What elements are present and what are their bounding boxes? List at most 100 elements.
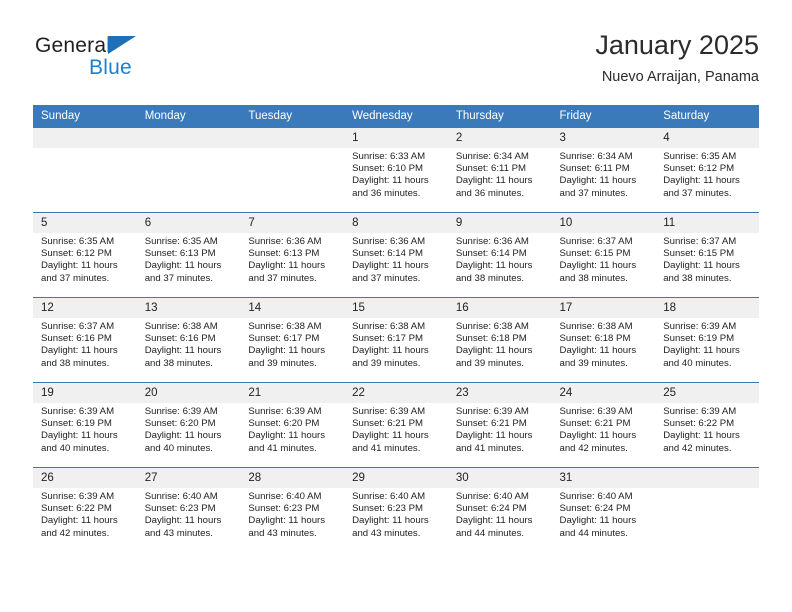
calendar-day-cell[interactable]: 25 Sunrise: 6:39 AM Sunset: 6:22 PM Dayligh… [655, 382, 759, 468]
daylight-text-line2: and 40 minutes. [663, 357, 732, 369]
calendar-day-cell[interactable]: 27 Sunrise: 6:40 AM Sunset: 6:23 PM Dayligh… [136, 467, 241, 552]
day-number: 1 [344, 128, 448, 148]
day-number [240, 128, 345, 148]
sunset-text: Sunset: 6:14 PM [352, 248, 424, 260]
sunrise-text: Sunrise: 6:40 AM [248, 491, 322, 502]
calendar-day-empty [136, 128, 241, 212]
daylight-text-line2: and 38 minutes. [41, 357, 110, 369]
sunset-text: Sunset: 6:11 PM [559, 163, 630, 175]
daylight-text-line1: Daylight: 11 hours [248, 430, 326, 442]
calendar-day: 26 Sunrise: 6:39 AM Sunset: 6:22 PM Dayligh… [33, 468, 137, 552]
calendar-day: 16 Sunrise: 6:38 AM Sunset: 6:18 PM Dayligh… [447, 298, 552, 382]
calendar-day-cell[interactable]: 20 Sunrise: 6:39 AM Sunset: 6:20 PM Dayligh… [136, 382, 241, 468]
calendar-day: 5 Sunrise: 6:35 AM Sunset: 6:12 PM Daylight… [33, 213, 137, 297]
sunset-text: Sunset: 6:21 PM [352, 418, 424, 430]
daylight-text-line2: and 37 minutes. [663, 187, 732, 199]
calendar-day: 14 Sunrise: 6:38 AM Sunset: 6:17 PM Dayligh… [240, 298, 345, 382]
daylight-text-line2: and 42 minutes. [559, 442, 628, 454]
daylight-text-line1: Daylight: 11 hours [248, 260, 326, 272]
calendar-day-cell[interactable]: 12 Sunrise: 6:37 AM Sunset: 6:16 PM Dayligh… [33, 297, 137, 383]
calendar-day-empty [33, 128, 137, 212]
calendar-grid: Sunday Monday Tuesday Wednesday Thursday… [33, 105, 759, 552]
calendar-day-cell[interactable]: 3 Sunrise: 6:34 AM Sunset: 6:11 PM Daylight… [551, 127, 656, 213]
calendar-day-cell[interactable]: 4 Sunrise: 6:35 AM Sunset: 6:12 PM Daylight… [655, 127, 759, 213]
daylight-text-line1: Daylight: 11 hours [41, 260, 118, 272]
sunrise-text: Sunrise: 6:38 AM [559, 321, 633, 332]
day-number: 30 [447, 468, 552, 488]
daylight-text-line1: Daylight: 11 hours [455, 515, 533, 527]
daylight-text-line1: Daylight: 11 hours [248, 515, 326, 527]
calendar-day-cell[interactable]: 1 Sunrise: 6:33 AM Sunset: 6:10 PM Daylight… [344, 127, 448, 213]
day-number: 25 [655, 383, 759, 403]
calendar-day-cell[interactable]: 18 Sunrise: 6:39 AM Sunset: 6:19 PM Dayligh… [655, 297, 759, 383]
day-number: 23 [447, 383, 552, 403]
calendar-day-cell[interactable]: 13 Sunrise: 6:38 AM Sunset: 6:16 PM Dayligh… [136, 297, 241, 383]
daylight-text-line2: and 37 minutes. [559, 187, 628, 199]
daylight-text-line1: Daylight: 11 hours [559, 515, 637, 527]
daylight-text-line1: Daylight: 11 hours [41, 515, 118, 527]
logo-text-general: General [35, 34, 112, 57]
sunrise-text: Sunrise: 6:39 AM [248, 406, 322, 417]
sunset-text: Sunset: 6:20 PM [248, 418, 320, 430]
sunrise-text: Sunrise: 6:40 AM [144, 491, 218, 502]
calendar-week-row: 26 Sunrise: 6:39 AM Sunset: 6:22 PM Dayligh… [33, 467, 759, 552]
calendar-day-cell[interactable]: 28 Sunrise: 6:40 AM Sunset: 6:23 PM Dayligh… [240, 467, 345, 552]
calendar-day-cell[interactable]: 17 Sunrise: 6:38 AM Sunset: 6:18 PM Dayligh… [551, 297, 656, 383]
day-sun-info: Sunrise: 6:39 AM Sunset: 6:19 PM Daylight:… [655, 318, 759, 370]
daylight-text-line2: and 39 minutes. [455, 357, 525, 369]
day-sun-info: Sunrise: 6:38 AM Sunset: 6:17 PM Daylight:… [240, 318, 344, 370]
calendar-day-cell[interactable]: 14 Sunrise: 6:38 AM Sunset: 6:17 PM Dayligh… [240, 297, 345, 383]
title-block: January 2025 Nuevo Arraijan, Panama [595, 28, 759, 88]
calendar-day: 8 Sunrise: 6:36 AM Sunset: 6:14 PM Daylight… [344, 213, 448, 297]
daylight-text-line2: and 40 minutes. [41, 442, 110, 454]
daylight-text-line2: and 42 minutes. [41, 527, 110, 539]
sunrise-text: Sunrise: 6:37 AM [41, 321, 115, 332]
sunrise-text: Sunrise: 6:40 AM [559, 491, 633, 502]
calendar-day-cell[interactable]: 5 Sunrise: 6:35 AM Sunset: 6:12 PM Daylight… [33, 212, 137, 298]
calendar-day-cell[interactable]: 8 Sunrise: 6:36 AM Sunset: 6:14 PM Daylight… [344, 212, 448, 298]
calendar-day-cell[interactable]: 31 Sunrise: 6:40 AM Sunset: 6:24 PM Dayligh… [551, 467, 656, 552]
day-number: 11 [655, 213, 759, 233]
daylight-text-line1: Daylight: 11 hours [663, 260, 740, 272]
calendar-day-cell [655, 467, 759, 552]
calendar-day-cell[interactable]: 6 Sunrise: 6:35 AM Sunset: 6:13 PM Daylight… [136, 212, 241, 298]
page-subtitle: Nuevo Arraijan, Panama [601, 69, 759, 85]
calendar-day-cell[interactable]: 24 Sunrise: 6:39 AM Sunset: 6:21 PM Dayligh… [551, 382, 656, 468]
daylight-text-line2: and 43 minutes. [352, 527, 421, 539]
calendar-day-cell[interactable]: 2 Sunrise: 6:34 AM Sunset: 6:11 PM Daylight… [447, 127, 552, 213]
calendar-day-cell[interactable]: 21 Sunrise: 6:39 AM Sunset: 6:20 PM Dayligh… [240, 382, 345, 468]
calendar-day-cell[interactable]: 9 Sunrise: 6:36 AM Sunset: 6:14 PM Daylight… [447, 212, 552, 298]
sunset-text: Sunset: 6:13 PM [248, 248, 320, 260]
daylight-text-line2: and 41 minutes. [352, 442, 421, 454]
sunrise-text: Sunrise: 6:39 AM [455, 406, 529, 417]
calendar-day-cell[interactable]: 15 Sunrise: 6:38 AM Sunset: 6:17 PM Dayligh… [344, 297, 448, 383]
calendar-day-cell[interactable]: 7 Sunrise: 6:36 AM Sunset: 6:13 PM Daylight… [240, 212, 345, 298]
sunrise-text: Sunrise: 6:36 AM [455, 236, 529, 247]
calendar-day-cell[interactable]: 29 Sunrise: 6:40 AM Sunset: 6:23 PM Dayligh… [344, 467, 448, 552]
logo-triangle-icon [108, 36, 136, 54]
day-number: 2 [447, 128, 552, 148]
daylight-text-line2: and 41 minutes. [455, 442, 525, 454]
calendar-day-cell[interactable]: 23 Sunrise: 6:39 AM Sunset: 6:21 PM Dayligh… [447, 382, 552, 468]
calendar-week-row: 1 Sunrise: 6:33 AM Sunset: 6:10 PM Daylight… [33, 127, 759, 213]
day-sun-info: Sunrise: 6:39 AM Sunset: 6:20 PM Daylight:… [240, 403, 344, 455]
page-title: January 2025 [595, 30, 759, 60]
calendar-day-cell[interactable]: 11 Sunrise: 6:37 AM Sunset: 6:15 PM Dayligh… [655, 212, 759, 298]
daylight-text-line1: Daylight: 11 hours [455, 430, 533, 442]
sunrise-text: Sunrise: 6:33 AM [352, 151, 426, 162]
calendar-day-cell[interactable]: 10 Sunrise: 6:37 AM Sunset: 6:15 PM Dayligh… [551, 212, 656, 298]
day-sun-info: Sunrise: 6:39 AM Sunset: 6:21 PM Daylight:… [448, 403, 552, 455]
calendar-day-cell[interactable]: 26 Sunrise: 6:39 AM Sunset: 6:22 PM Dayligh… [33, 467, 137, 552]
calendar-day-cell[interactable]: 16 Sunrise: 6:38 AM Sunset: 6:18 PM Dayligh… [447, 297, 552, 383]
calendar-day-cell[interactable]: 30 Sunrise: 6:40 AM Sunset: 6:24 PM Dayligh… [447, 467, 552, 552]
sunset-text: Sunset: 6:23 PM [144, 503, 216, 515]
calendar-day-cell[interactable]: 19 Sunrise: 6:39 AM Sunset: 6:19 PM Dayligh… [33, 382, 137, 468]
calendar-day-cell[interactable]: 22 Sunrise: 6:39 AM Sunset: 6:21 PM Dayligh… [344, 382, 448, 468]
day-number: 19 [33, 383, 137, 403]
day-sun-info: Sunrise: 6:39 AM Sunset: 6:22 PM Daylight:… [33, 488, 137, 540]
calendar-day: 19 Sunrise: 6:39 AM Sunset: 6:19 PM Dayligh… [33, 383, 137, 467]
calendar-week-row: 19 Sunrise: 6:39 AM Sunset: 6:19 PM Dayligh… [33, 382, 759, 468]
sunrise-text: Sunrise: 6:38 AM [352, 321, 426, 332]
weekday-header-thursday: Thursday [447, 105, 552, 128]
sunset-text: Sunset: 6:16 PM [144, 333, 216, 345]
